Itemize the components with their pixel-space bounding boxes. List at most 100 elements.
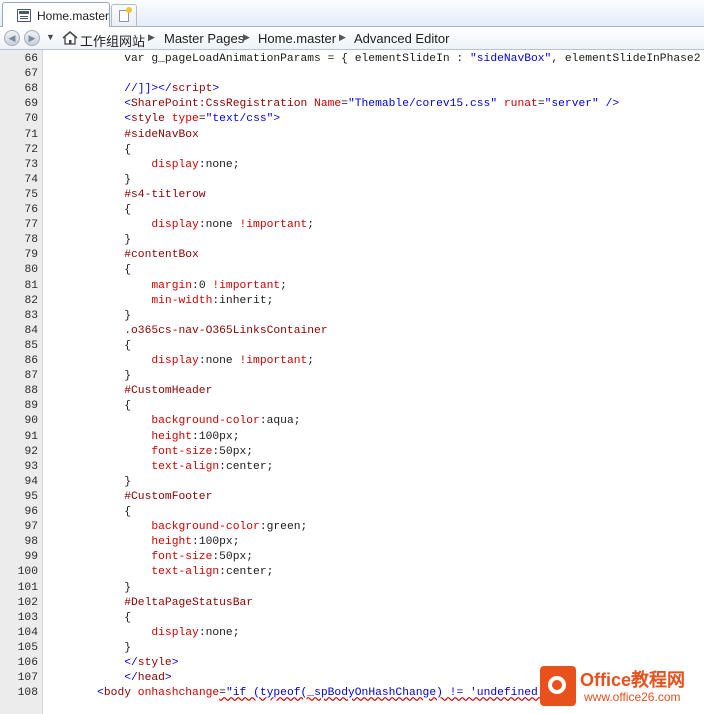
code-token: !important: [239, 355, 308, 367]
history-dropdown-icon[interactable]: ▼: [46, 32, 55, 42]
code-text: background-color:aqua;: [70, 414, 300, 429]
code-line[interactable]: 97 background-color:green;: [0, 520, 704, 535]
line-number: 70: [24, 113, 38, 126]
code-line[interactable]: 94 }: [0, 475, 704, 490]
code-token: center: [225, 460, 267, 473]
line-number: 79: [24, 249, 38, 262]
code-text: text-align:center;: [70, 565, 273, 580]
code-token: none: [205, 158, 233, 171]
code-line[interactable]: 92 font-size:50px;: [0, 445, 704, 460]
code-token: }: [70, 475, 132, 488]
code-token: ;: [266, 460, 274, 473]
line-number: 68: [24, 83, 38, 96]
code-line[interactable]: 87 }: [0, 369, 704, 384]
code-token: none: [205, 355, 240, 367]
code-token: #sideNavBox: [70, 128, 199, 141]
code-line[interactable]: 103 {: [0, 611, 704, 626]
code-line[interactable]: 91 height:100px;: [0, 430, 704, 445]
code-line[interactable]: 75 #s4-titlerow: [0, 188, 704, 203]
code-line[interactable]: 80 {: [0, 263, 704, 278]
forward-button[interactable]: ▶: [24, 30, 40, 46]
code-line[interactable]: 102 #DeltaPageStatusBar: [0, 596, 704, 611]
breadcrumb-separator-icon[interactable]: ▶: [243, 32, 250, 43]
code-line[interactable]: 100 text-align:center;: [0, 565, 704, 580]
code-line[interactable]: 95 #CustomFooter: [0, 490, 704, 505]
code-line[interactable]: 84 .o365cs-nav-O365LinksContainer: [0, 324, 704, 339]
code-line[interactable]: 77 display:none !important;: [0, 218, 704, 233]
code-token: {: [70, 400, 132, 413]
tab-label: Home.master: [37, 9, 110, 23]
code-text: {: [70, 505, 131, 520]
breadcrumb-item-site[interactable]: 工作组网站: [80, 31, 145, 50]
code-line[interactable]: 76 {: [0, 203, 704, 218]
code-token: 50px: [219, 551, 247, 564]
code-token: #CustomHeader: [70, 385, 213, 398]
code-line[interactable]: 90 background-color:aqua;: [0, 414, 704, 429]
code-line[interactable]: 72 {: [0, 143, 704, 158]
breadcrumb-separator-icon[interactable]: ▶: [148, 32, 155, 43]
breadcrumb-separator-icon[interactable]: ▶: [339, 32, 346, 43]
line-number: 71: [24, 128, 38, 141]
code-line[interactable]: 93 text-align:center;: [0, 460, 704, 475]
line-number: 99: [24, 551, 38, 564]
code-text: <body onhashchange="if (typeof(_spBodyOn…: [70, 686, 551, 701]
code-line[interactable]: 70 <style type="text/css">: [0, 112, 704, 127]
code-line[interactable]: 73 display:none;: [0, 158, 704, 173]
code-text: display:none !important;: [70, 218, 314, 233]
code-text: .o365cs-nav-O365LinksContainer: [70, 324, 327, 339]
code-token: #CustomFooter: [70, 490, 213, 503]
code-token: ;: [232, 626, 240, 639]
code-line[interactable]: 81 margin:0 !important;: [0, 279, 704, 294]
code-line[interactable]: 96 {: [0, 505, 704, 520]
code-line[interactable]: 88 #CustomHeader: [0, 384, 704, 399]
back-button[interactable]: ◀: [4, 30, 20, 46]
code-line[interactable]: 98 height:100px;: [0, 535, 704, 550]
code-line[interactable]: 67: [0, 67, 704, 82]
code-line[interactable]: 74 }: [0, 173, 704, 188]
code-line[interactable]: 89 {: [0, 399, 704, 414]
code-line[interactable]: 104 display:none;: [0, 626, 704, 641]
line-number: 88: [24, 385, 38, 398]
master-page-file-icon: [17, 9, 31, 22]
code-token: background-color: [70, 415, 260, 428]
code-token: =: [537, 98, 545, 111]
code-token: {: [70, 264, 132, 277]
code-line[interactable]: 71 #sideNavBox: [0, 128, 704, 143]
code-line[interactable]: 86 display:none !important;: [0, 354, 704, 369]
code-text: }: [70, 309, 131, 324]
code-token: :: [198, 158, 206, 171]
code-token: body: [103, 687, 132, 700]
code-token: var g_pageLoadAnimationParams = { elemen…: [70, 53, 470, 65]
code-editor[interactable]: 66 var g_pageLoadAnimationParams = { ele…: [0, 50, 704, 714]
code-token: :: [192, 536, 199, 549]
code-line[interactable]: 85 {: [0, 339, 704, 354]
code-line[interactable]: 79 #contentBox: [0, 248, 704, 263]
breadcrumb-item-advanced-editor[interactable]: Advanced Editor: [354, 31, 449, 46]
line-number: 94: [24, 475, 38, 488]
code-line[interactable]: 66 var g_pageLoadAnimationParams = { ele…: [0, 52, 704, 67]
code-token: ;: [246, 551, 254, 564]
code-line[interactable]: 99 font-size:50px;: [0, 550, 704, 565]
breadcrumb-item-master-pages[interactable]: Master Pages: [164, 31, 244, 46]
code-line[interactable]: 105 }: [0, 641, 704, 656]
code-text: text-align:center;: [70, 460, 273, 475]
line-number: 106: [17, 657, 38, 669]
line-number: 103: [17, 611, 38, 624]
code-line[interactable]: 78 }: [0, 233, 704, 248]
code-line[interactable]: 101 }: [0, 581, 704, 596]
code-line[interactable]: 82 min-width:inherit;: [0, 294, 704, 309]
code-token: "sideNavBox": [469, 53, 552, 65]
code-token: :: [192, 279, 199, 292]
code-line[interactable]: 83 }: [0, 309, 704, 324]
new-tab-button[interactable]: [111, 4, 137, 26]
code-token: ;: [232, 158, 240, 171]
code-line[interactable]: 69 <SharePoint:CssRegistration Name="The…: [0, 97, 704, 112]
line-number: 96: [24, 506, 38, 518]
code-line[interactable]: 68 //]]></script>: [0, 82, 704, 97]
code-token: }: [70, 641, 132, 654]
code-token: #contentBox: [70, 249, 199, 262]
tab-home-master[interactable]: Home.master: [2, 2, 110, 27]
code-token: SharePoint:CssRegistration: [131, 98, 308, 111]
home-icon[interactable]: [62, 30, 78, 46]
breadcrumb-item-home-master[interactable]: Home.master: [258, 31, 336, 46]
